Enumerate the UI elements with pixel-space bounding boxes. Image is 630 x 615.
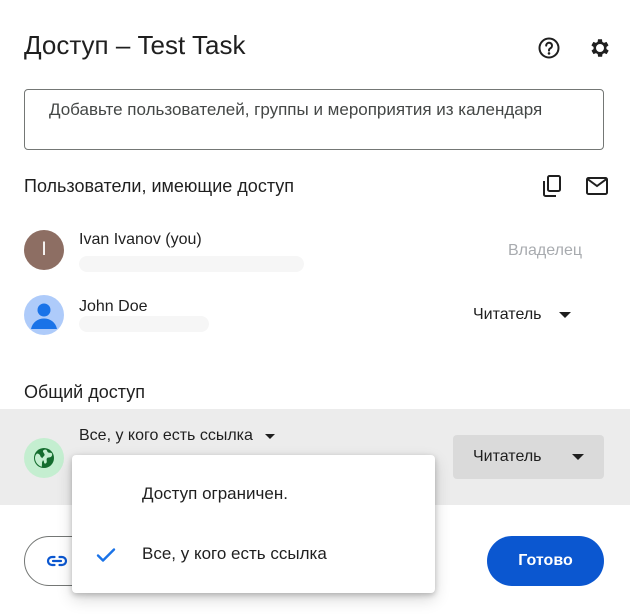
caret-down-icon [264,433,275,439]
redacted-email [79,256,304,272]
caret-down-icon [572,454,584,460]
gear-icon[interactable] [585,34,613,62]
menu-item-label: Доступ ограничен. [142,484,288,503]
avatar [24,295,64,335]
link-access-menu: Доступ ограничен. Все, у кого есть ссылк… [72,455,435,593]
person-name: John Doe [79,298,148,315]
link-access-dropdown[interactable]: Все, у кого есть ссылка [79,427,275,445]
add-people-input[interactable]: Добавьте пользователей, группы и меропри… [24,89,604,150]
role-label: Читатель [473,306,542,323]
mail-icon[interactable] [583,172,611,200]
redacted-email [79,316,209,332]
dialog-title: Доступ – Test Task [24,30,246,60]
done-button[interactable]: Готово [487,536,604,586]
link-access-label: Все, у кого есть ссылка [79,427,253,444]
menu-item-anyone-with-link[interactable]: Все, у кого есть ссылка [72,525,435,583]
globe-icon [24,438,64,478]
avatar-initial: I [41,239,47,260]
check-icon [96,548,116,562]
avatar: I [24,230,64,270]
copy-icon[interactable] [538,172,566,200]
caret-down-icon [559,312,572,318]
menu-item-label: Все, у кого есть ссылка [142,544,327,563]
owner-role-label: Владелец [508,242,583,259]
link-icon [46,555,68,567]
role-label: Читатель [473,448,542,465]
help-icon[interactable] [535,34,563,62]
people-with-access-title: Пользователи, имеющие доступ [24,176,295,196]
menu-item-restricted[interactable]: Доступ ограничен. [72,465,435,523]
role-dropdown[interactable]: Читатель [473,306,572,324]
person-name: Ivan Ivanov (you) [79,231,202,248]
general-access-title: Общий доступ [24,382,145,402]
general-role-dropdown[interactable]: Читатель [453,435,604,479]
